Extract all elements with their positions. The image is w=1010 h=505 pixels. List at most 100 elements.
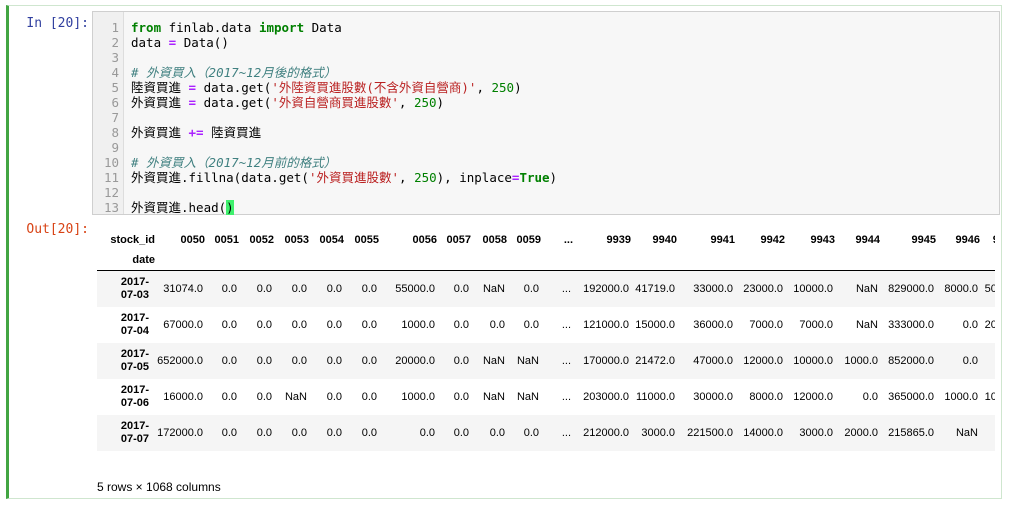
line-number: 11 [103,170,119,185]
code-text[interactable]: 外資買進 = data.get('外資自營商買進股數', 250) [131,95,444,110]
column-header: 0054 [319,234,344,246]
table-cell: 0.0 [453,282,469,295]
column-header: 0059 [516,234,541,246]
table-cell: 0.0 [962,318,978,331]
table-cell: 21472.0 [635,354,675,367]
date-part: 2017- [120,347,149,360]
empty-header-cell [880,250,936,271]
column-header: 0051 [214,234,239,246]
code-text[interactable]: data = Data() [131,35,229,50]
table-cell: 100 [984,390,995,403]
row-index-date: 2017- 07-03 [97,271,155,307]
empty-header-cell [507,250,541,271]
table-cell: 0 [980,343,995,379]
table-cell: 0.0 [256,390,272,403]
table-cell: 0.0 [291,354,307,367]
table-cell: 0.0 [326,354,342,367]
table-cell: NaN [855,318,878,331]
table-row: 2017- 07-07 172000.0 0.0 0.0 0.0 0.0 0.0 0.0 0.0 0… [97,414,995,451]
table-cell: NaN [482,282,505,295]
table-cell: 0.0 [489,426,505,439]
table-cell: 33000.0 [693,282,733,295]
table-cell: 47000.0 [693,354,733,367]
column-header: 9940 [652,234,677,246]
table-row: 2017- 07-03 31074.0 0.0 0.0 0.0 0.0 0.0 55000.0 0… [97,270,995,307]
table-cell: 0.0 [523,426,539,439]
table-cell: 7000.0 [799,318,833,331]
empty-header-cell [309,250,344,271]
line-number: 7 [111,110,119,125]
date-part: 2017- [120,311,149,324]
code-text[interactable]: # 外資買入（2017~12月後的格式） [131,65,336,80]
table-cell: 0.0 [221,354,237,367]
table-cell: 0.0 [453,354,469,367]
table-cell: 10000.0 [793,354,833,367]
table-cell: 200 [984,318,995,331]
code-text[interactable]: # 外資買入（2017~12月前的格式） [131,155,336,170]
column-header: 9945 [911,234,936,246]
table-cell: 2000.0 [844,426,878,439]
index-name-row: date [97,250,995,271]
column-header: 0058 [482,234,507,246]
date-part: 07-07 [120,432,149,445]
table-cell: 3000.0 [641,426,675,439]
table-cell: 15000.0 [635,318,675,331]
column-header: ... [563,234,573,246]
table-cell: 20000.0 [395,354,435,367]
column-header: 9946 [955,234,980,246]
table-cell: 30000.0 [693,390,733,403]
table-cell: 0.0 [489,318,505,331]
code-text[interactable]: 外資買進 += 陸資買進 [131,125,261,140]
table-cell: 0.0 [523,318,539,331]
table-cell: 215865.0 [888,426,934,439]
table-summary: 5 rows × 1068 columns [97,480,221,494]
table-cell: 8000.0 [749,390,783,403]
empty-header-cell [155,250,205,271]
column-header: 0050 [180,234,205,246]
table-cell: 0.0 [453,426,469,439]
column-header: 0056 [412,234,437,246]
code-text[interactable]: 陸資買進 = data.get('外陸資買進股數(不含外資自營商)', 250) [131,80,522,95]
table-cell: 0.0 [361,390,377,403]
table-cell: 0.0 [361,282,377,295]
code-text[interactable]: 外資買進.fillna(data.get('外資買進股數', 250), inp… [131,170,557,185]
line-number: 10 [103,155,119,170]
table-cell: 0.0 [419,426,435,439]
date-part: 07-03 [120,288,149,301]
table-cell: 16000.0 [163,390,203,403]
column-header: 9942 [760,234,785,246]
column-header: 0052 [249,234,274,246]
code-text[interactable]: 外資買進.head() [131,200,234,215]
column-header: 0053 [284,234,309,246]
code-editor[interactable]: 1 from finlab.data import Data 2 data = Dat… [92,11,1000,215]
table-cell: 0.0 [523,282,539,295]
empty-header-cell [274,250,309,271]
code-text[interactable]: from finlab.data import Data [131,20,342,35]
row-index-date: 2017- 07-04 [97,307,155,343]
line-number: 6 [111,95,119,110]
table-cell: ... [561,282,571,295]
table-cell: 0.0 [453,318,469,331]
column-header: 9944 [855,234,880,246]
row-index-date: 2017- 07-06 [97,379,155,415]
table-cell: NaN [284,390,307,403]
column-header: 0055 [354,234,379,246]
notebook-cell[interactable]: In [20]: 1 from finlab.data import Data 2 d… [6,5,1002,499]
table-cell: 0.0 [221,390,237,403]
column-header: 9939 [606,234,631,246]
table-cell: NaN [482,354,505,367]
table-cell: 12000.0 [743,354,783,367]
empty-header-cell [541,250,573,271]
table-cell: 0.0 [256,426,272,439]
table-cell: 3000.0 [799,426,833,439]
table-cell: N [980,415,995,451]
table-row: 2017- 07-05 652000.0 0.0 0.0 0.0 0.0 0.0 20000.0… [97,342,995,379]
column-header: 9943 [810,234,835,246]
table-cell: 0.0 [326,426,342,439]
table-cell: NaN [955,426,978,439]
table-cell: 852000.0 [888,354,934,367]
table-cell: 0.0 [361,354,377,367]
table-cell: NaN [855,282,878,295]
table-row: 2017- 07-04 67000.0 0.0 0.0 0.0 0.0 0.0 1000.0 0.… [97,307,995,343]
table-cell: 0.0 [291,282,307,295]
